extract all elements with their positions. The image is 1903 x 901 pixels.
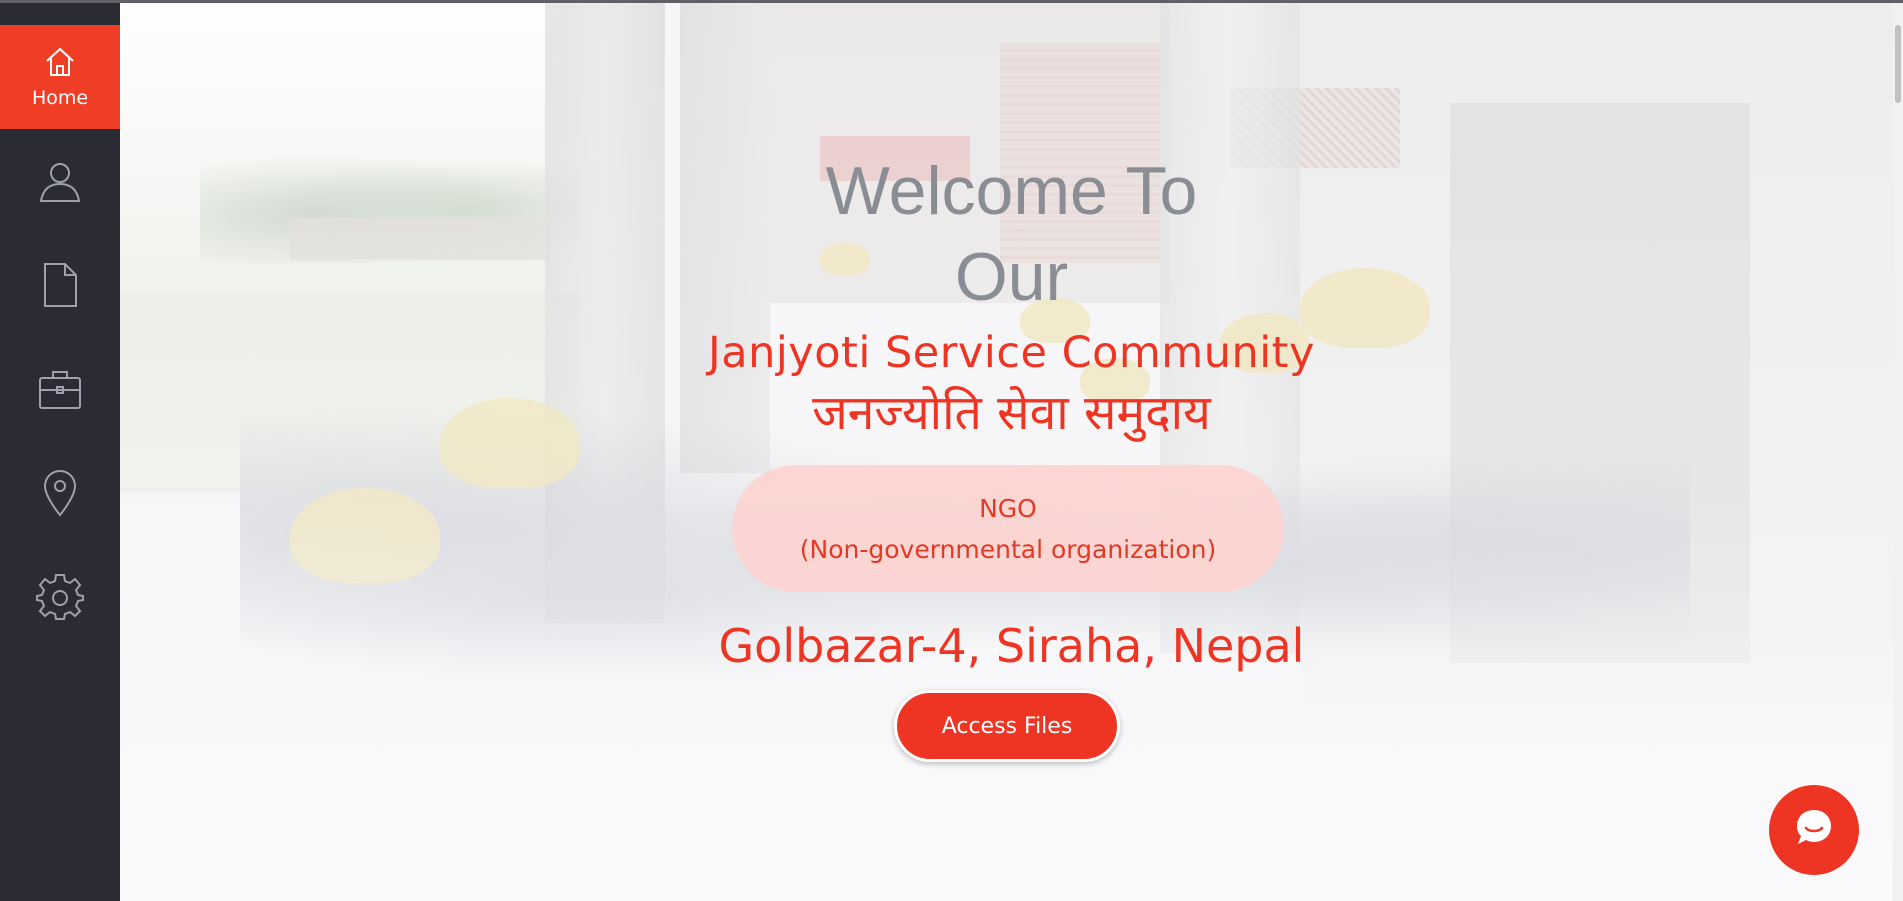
welcome-heading: Welcome To Our bbox=[120, 148, 1903, 320]
hero-background-image bbox=[120, 3, 1903, 901]
scrollbar-thumb[interactable] bbox=[1895, 25, 1901, 103]
welcome-line-2: Our bbox=[954, 239, 1069, 315]
page-scrollbar[interactable] bbox=[1893, 3, 1903, 901]
org-name-nepali: जनज्योति सेवा समुदाय bbox=[812, 385, 1211, 441]
address-text: Golbazar-4, Siraha, Nepal bbox=[718, 619, 1305, 673]
user-icon bbox=[36, 157, 84, 205]
home-icon bbox=[43, 45, 77, 79]
sidebar-item-settings[interactable] bbox=[0, 545, 120, 649]
badge-title: NGO bbox=[979, 493, 1037, 523]
main-content: Welcome To Our Janjyoti Service Communit… bbox=[120, 3, 1903, 901]
sidebar-nav: Home bbox=[0, 3, 120, 901]
sidebar-item-location[interactable] bbox=[0, 441, 120, 545]
chat-launcher-button[interactable] bbox=[1769, 785, 1859, 875]
document-icon bbox=[40, 261, 80, 309]
briefcase-icon bbox=[36, 366, 84, 412]
gear-icon bbox=[36, 573, 84, 621]
ngo-badge: NGO (Non-governmental organization) bbox=[732, 465, 1284, 592]
sidebar-item-services[interactable] bbox=[0, 337, 120, 441]
sidebar-item-label: Home bbox=[31, 87, 89, 109]
sidebar-item-profile[interactable] bbox=[0, 129, 120, 233]
sidebar-top-spacer bbox=[0, 3, 120, 25]
sidebar-item-home[interactable]: Home bbox=[0, 25, 120, 129]
welcome-line-1: Welcome To bbox=[825, 153, 1198, 229]
org-name-english: Janjyoti Service Community bbox=[708, 328, 1315, 378]
location-pin-icon bbox=[41, 469, 79, 517]
sidebar-item-documents[interactable] bbox=[0, 233, 120, 337]
badge-subtitle: (Non-governmental organization) bbox=[799, 534, 1217, 564]
window-top-border bbox=[0, 0, 1903, 3]
access-files-button[interactable]: Access Files bbox=[894, 690, 1120, 762]
chat-bubble-icon bbox=[1791, 805, 1837, 855]
